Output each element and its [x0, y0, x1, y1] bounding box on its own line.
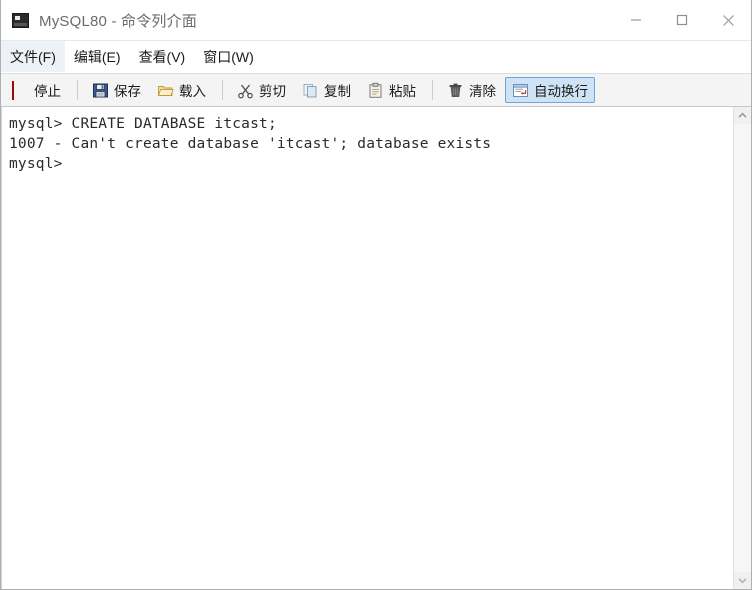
menu-file[interactable]: 文件(F): [1, 41, 65, 72]
scroll-up-button[interactable]: [734, 107, 751, 124]
paste-button[interactable]: 粘贴: [360, 77, 423, 103]
title-bar: MySQL80 - 命令列介面: [1, 0, 751, 41]
paste-label: 粘贴: [389, 84, 416, 99]
menu-edit[interactable]: 编辑(E): [65, 41, 130, 72]
scissors-icon: [237, 82, 254, 99]
save-label: 保存: [114, 84, 141, 99]
close-button[interactable]: [705, 0, 751, 40]
maximize-button[interactable]: [659, 0, 705, 40]
cut-label: 剪切: [259, 84, 286, 99]
load-label: 载入: [179, 84, 206, 99]
toolbar-separator: [77, 80, 78, 100]
word-wrap-button[interactable]: 自动换行: [505, 77, 595, 103]
stop-square-icon: [12, 80, 29, 100]
minimize-icon: [631, 19, 641, 21]
toolbar: 停止 保存 载入 剪切 复制 粘贴 清除 自动换行: [1, 73, 751, 107]
terminal-line: mysql>: [9, 156, 63, 172]
toolbar-separator: [222, 80, 223, 100]
maximize-icon: [676, 14, 688, 26]
scrollbar-track[interactable]: [734, 124, 751, 572]
terminal-line: 1007 - Can't create database 'itcast'; d…: [9, 136, 492, 152]
application-window: MySQL80 - 命令列介面 文件(F) 编辑(E) 查看(V) 窗口(W) …: [0, 0, 752, 590]
console-icon: [12, 12, 29, 28]
window-title: MySQL80 - 命令列介面: [39, 12, 198, 30]
stop-button[interactable]: 停止: [5, 77, 68, 103]
save-button[interactable]: 保存: [85, 77, 148, 103]
clipboard-icon: [367, 82, 384, 99]
cut-button[interactable]: 剪切: [230, 77, 293, 103]
trash-can-icon: [447, 82, 464, 99]
chevron-up-icon: [738, 112, 747, 118]
window-controls: [613, 0, 751, 40]
clear-button[interactable]: 清除: [440, 77, 503, 103]
copy-pages-icon: [302, 82, 319, 99]
load-button[interactable]: 载入: [150, 77, 213, 103]
vertical-scrollbar[interactable]: [733, 107, 751, 589]
menu-edit-label: 编辑(E): [73, 48, 121, 65]
close-icon: [722, 14, 734, 26]
terminal-area: mysql> CREATE DATABASE itcast; 1007 - Ca…: [1, 107, 751, 589]
scroll-down-button[interactable]: [734, 572, 751, 589]
word-wrap-icon: [512, 82, 529, 99]
menu-view-label: 查看(V): [138, 48, 186, 65]
menu-window-label: 窗口(W): [203, 48, 254, 65]
menu-file-label: 文件(F): [10, 48, 56, 65]
chevron-down-icon: [738, 578, 747, 584]
terminal-output[interactable]: mysql> CREATE DATABASE itcast; 1007 - Ca…: [1, 107, 733, 589]
folder-open-icon: [157, 82, 174, 99]
clear-label: 清除: [469, 84, 496, 99]
word-wrap-label: 自动换行: [534, 84, 588, 99]
menu-bar: 文件(F) 编辑(E) 查看(V) 窗口(W): [1, 41, 751, 73]
copy-label: 复制: [324, 84, 351, 99]
stop-label: 停止: [34, 84, 61, 99]
terminal-line: mysql> CREATE DATABASE itcast;: [9, 116, 277, 132]
menu-view[interactable]: 查看(V): [130, 41, 195, 72]
copy-button[interactable]: 复制: [295, 77, 358, 103]
floppy-disk-icon: [92, 82, 109, 99]
minimize-button[interactable]: [613, 0, 659, 40]
menu-window[interactable]: 窗口(W): [194, 41, 263, 72]
toolbar-separator: [432, 80, 433, 100]
